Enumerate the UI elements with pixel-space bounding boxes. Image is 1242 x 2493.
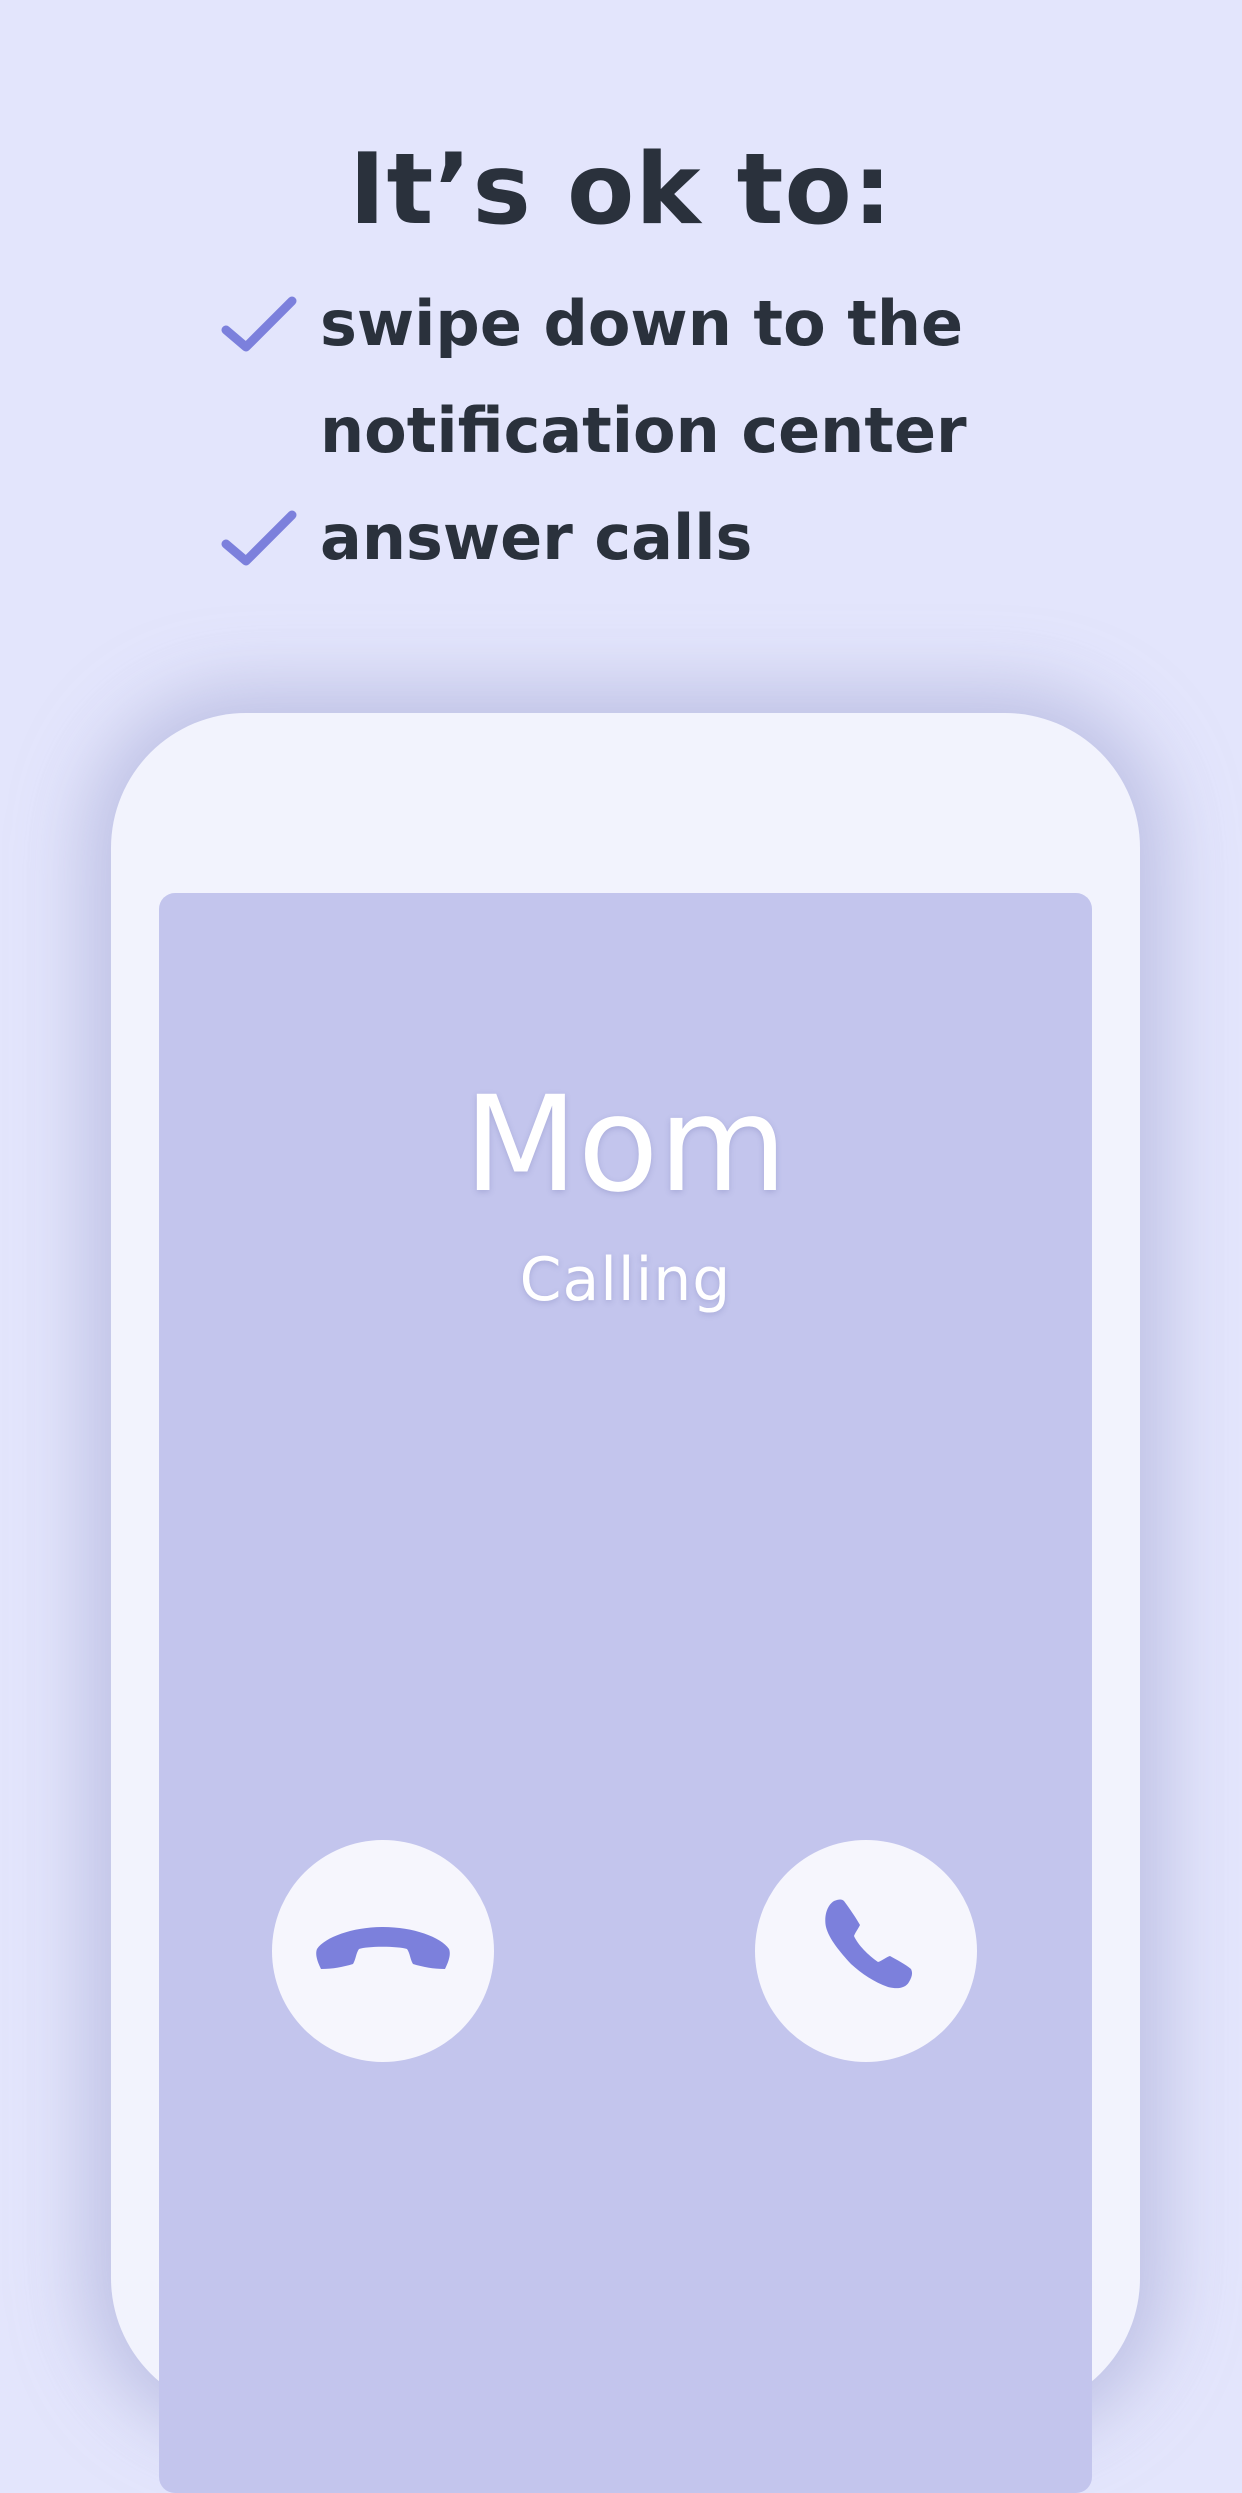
checklist: swipe down to the notification center an… — [220, 270, 1080, 591]
call-status: Calling — [519, 1245, 732, 1315]
decline-call-button[interactable] — [272, 1840, 494, 2062]
checkmark-icon — [221, 510, 297, 566]
checklist-item: answer calls — [220, 484, 1080, 591]
phone-illustration: Mom Calling — [111, 713, 1140, 2493]
checklist-item-line: swipe down to the — [320, 287, 964, 360]
checklist-item-line: answer calls — [320, 501, 753, 574]
checklist-item: swipe down to the notification center — [220, 270, 1080, 484]
incoming-call-screen: Mom Calling — [159, 893, 1092, 2493]
phone-answer-icon — [825, 1899, 913, 1989]
phone-hang-up-icon — [316, 1927, 450, 1969]
page-title: It’s ok to: — [349, 133, 893, 247]
caller-name: Mom — [463, 1068, 788, 1222]
accept-call-button[interactable] — [755, 1840, 977, 2062]
checkmark-icon — [221, 296, 297, 352]
checklist-item-line: notification center — [320, 394, 967, 467]
